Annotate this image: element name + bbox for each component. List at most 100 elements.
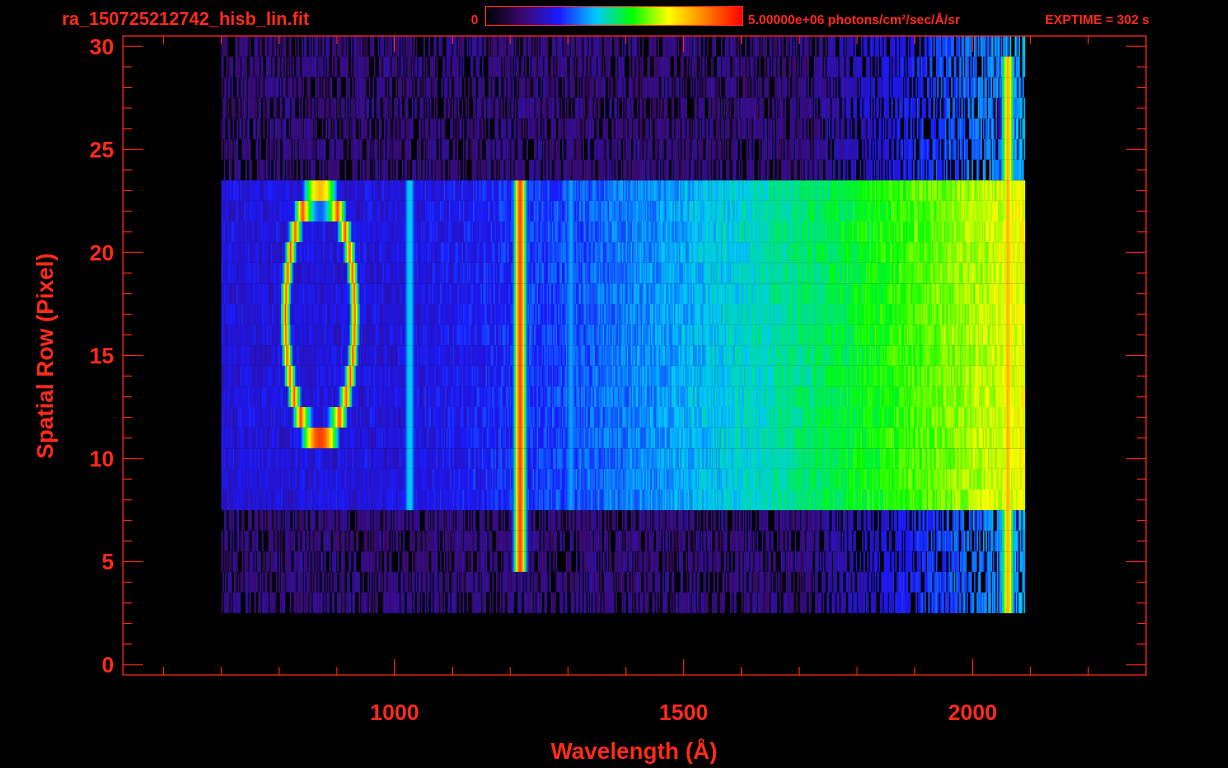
heatmap-cell: [476, 571, 479, 593]
heatmap-cell: [775, 592, 778, 614]
heatmap-cell: [512, 592, 514, 614]
heatmap-cell: [670, 551, 672, 572]
heatmap-cell: [442, 510, 445, 531]
heatmap-cell: [745, 571, 747, 593]
heatmap-cell: [783, 551, 785, 572]
heatmap-cell: [675, 510, 677, 531]
heatmap-cell: [423, 530, 425, 552]
heatmap-cell: [737, 551, 740, 572]
heatmap-cell: [385, 551, 387, 572]
heatmap-cell: [418, 510, 420, 531]
heatmap-cell: [572, 530, 574, 552]
heatmap-cell: [988, 530, 990, 552]
heatmap-cell: [947, 510, 949, 531]
heatmap-cell: [586, 571, 588, 593]
heatmap-cell: [726, 530, 728, 552]
heatmap-cell: [321, 510, 324, 531]
heatmap-cell: [836, 510, 839, 531]
heatmap-cell: [1019, 530, 1022, 552]
heatmap-cell: [295, 571, 297, 593]
heatmap-cell: [718, 510, 720, 531]
heatmap-cell: [865, 571, 868, 593]
heatmap-cell: [492, 592, 494, 614]
heatmap-cell: [872, 571, 874, 593]
heatmap-cell: [576, 551, 578, 572]
heatmap-cell: [466, 592, 469, 614]
heatmap-cell: [380, 530, 382, 552]
heatmap-cell: [888, 551, 891, 572]
heatmap-cell: [270, 510, 273, 531]
heatmap-cell: [368, 510, 371, 531]
heatmap-cell: [380, 551, 382, 572]
heatmap-cell: [839, 510, 841, 531]
heatmap-cell: [651, 571, 653, 593]
heatmap-cell: [358, 592, 361, 614]
heatmap-cell: [1023, 489, 1026, 511]
heatmap-cell: [339, 592, 342, 614]
heatmap-cell: [605, 510, 607, 531]
heatmap-cell: [715, 592, 718, 614]
heatmap-cell: [812, 571, 815, 593]
heatmap-cell: [907, 510, 910, 531]
heatmap-cell: [406, 510, 409, 531]
heatmap-cell: [685, 551, 687, 572]
heatmap-cell: [841, 571, 844, 593]
heatmap-cell: [788, 510, 790, 531]
heatmap-cell: [756, 530, 759, 552]
heatmap-cell: [492, 571, 494, 593]
heatmap-cell: [989, 571, 991, 593]
heatmap-cell: [607, 510, 610, 531]
heatmap-cell: [924, 592, 926, 614]
heatmap-cell: [289, 592, 292, 614]
heatmap-cell: [499, 571, 502, 593]
heatmap-cell: [545, 551, 548, 572]
heatmap-cell: [723, 571, 726, 593]
heatmap-cell: [990, 551, 993, 572]
heatmap-cell: [401, 571, 404, 593]
heatmap-cell: [761, 551, 764, 572]
heatmap-cell: [279, 510, 282, 531]
heatmap-cell: [595, 510, 597, 531]
heatmap-cell: [485, 551, 488, 572]
heatmap-cell: [944, 571, 947, 593]
heatmap-cell: [776, 510, 779, 531]
heatmap-cell: [467, 510, 470, 531]
heatmap-cell: [927, 530, 929, 552]
heatmap-cell: [820, 551, 822, 572]
heatmap-cell: [657, 510, 659, 531]
heatmap-cell: [735, 592, 737, 614]
heatmap-cell: [895, 551, 897, 572]
heatmap-cell: [354, 551, 357, 572]
heatmap-cell: [740, 510, 742, 531]
heatmap-cell: [871, 551, 873, 572]
heatmap-cell: [441, 571, 443, 593]
heatmap-cell: [399, 530, 401, 552]
heatmap-cell: [483, 510, 485, 531]
heatmap-cell: [1023, 448, 1026, 469]
heatmap-cell: [391, 510, 394, 531]
heatmap-cell: [963, 592, 966, 614]
heatmap-cell: [467, 551, 470, 572]
heatmap-cell: [768, 530, 770, 552]
heatmap-cell: [963, 530, 966, 552]
heatmap-cell: [874, 571, 877, 593]
heatmap-cell: [663, 551, 666, 572]
heatmap-cell: [921, 592, 924, 614]
heatmap-cell: [348, 571, 350, 593]
heatmap-cell: [689, 592, 691, 614]
heatmap-cell: [565, 592, 568, 614]
heatmap-cell: [761, 530, 764, 552]
heatmap-cell: [769, 571, 771, 593]
heatmap-cell: [691, 551, 694, 572]
heatmap-cell: [930, 571, 933, 593]
heatmap-cell: [317, 551, 320, 572]
heatmap-cell: [703, 510, 705, 531]
heatmap-cell: [933, 510, 935, 531]
heatmap-cell: [554, 510, 556, 531]
heatmap-cell: [443, 592, 446, 614]
heatmap-cell: [546, 571, 549, 593]
heatmap-cell: [437, 592, 439, 614]
heatmap-cell: [412, 551, 414, 572]
heatmap-cell: [581, 592, 583, 614]
heatmap-cell: [818, 510, 821, 531]
